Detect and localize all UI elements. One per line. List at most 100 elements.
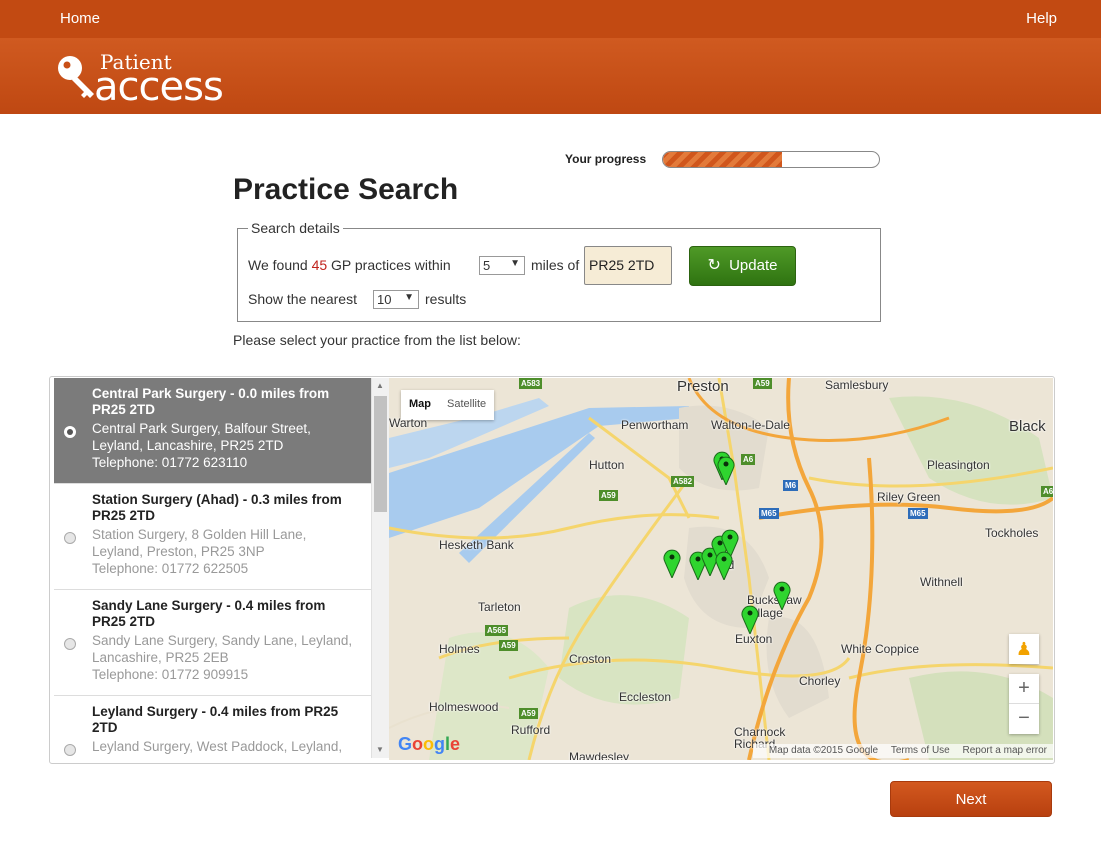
practice-list[interactable]: Central Park Surgery - 0.0 miles from PR… <box>54 378 371 758</box>
road-shield: A59 <box>599 490 618 501</box>
next-button[interactable]: Next <box>890 781 1052 817</box>
practice-telephone: Telephone: 01772 909915 <box>92 667 249 682</box>
street-view-pegman-icon[interactable]: ♟ <box>1009 634 1039 664</box>
road-shield: A565 <box>485 625 509 636</box>
show-suffix: results <box>425 291 467 307</box>
patient-access-logo[interactable]: Patient access <box>56 48 246 110</box>
found-prefix: We found <box>248 257 308 273</box>
practice-radio[interactable] <box>64 638 76 650</box>
show-prefix: Show the nearest <box>248 291 357 307</box>
postcode-input[interactable]: PR25 2TD <box>584 246 672 285</box>
road-shield: M6 <box>783 480 799 491</box>
practice-address-text: Central Park Surgery, Balfour Street, Le… <box>92 421 311 453</box>
place-label: Black <box>1009 418 1046 435</box>
practice-address-text: Sandy Lane Surgery, Sandy Lane, Leyland,… <box>92 633 353 665</box>
miles-select[interactable]: 5 ▼ <box>479 256 525 275</box>
road-shield: A6 <box>741 454 756 465</box>
zoom-in-button[interactable]: + <box>1009 674 1039 704</box>
scroll-thumb[interactable] <box>374 396 387 512</box>
place-label: Withnell <box>920 575 963 589</box>
road-shield: A582 <box>671 476 695 487</box>
practice-name: Central Park Surgery - 0.0 miles from PR… <box>92 386 330 417</box>
place-label: Penwortham <box>621 418 689 432</box>
update-label: Update <box>729 257 778 274</box>
results-panel: Central Park Surgery - 0.0 miles from PR… <box>49 376 1055 764</box>
report-map-error-link[interactable]: Report a map error <box>963 745 1047 756</box>
road-shield: A59 <box>499 640 518 651</box>
home-link[interactable]: Home <box>60 10 100 27</box>
zoom-out-button[interactable]: − <box>1009 704 1039 734</box>
practice-marker[interactable] <box>773 580 791 610</box>
practice-name: Station Surgery (Ahad) - 0.3 miles from … <box>92 492 342 523</box>
practice-address: Leyland Surgery, West Paddock, Leyland, … <box>92 738 357 758</box>
refresh-icon: ↻ <box>707 257 721 274</box>
place-label: Preston <box>677 378 729 395</box>
road-shield: A59 <box>519 708 538 719</box>
practice-address: Sandy Lane Surgery, Sandy Lane, Leyland,… <box>92 632 357 683</box>
progress-bar <box>662 151 880 168</box>
progress-label: Your progress <box>565 152 647 166</box>
place-label: Pleasington <box>927 458 990 472</box>
practice-address: Central Park Surgery, Balfour Street, Le… <box>92 420 357 471</box>
dropdown-arrow-icon: ▼ <box>510 258 520 269</box>
place-label: Croston <box>569 652 612 666</box>
map-type-satellite[interactable]: Satellite <box>439 390 494 420</box>
practice-marker[interactable] <box>715 550 733 580</box>
map-data-credit: Map data ©2015 Google <box>768 745 879 756</box>
practice-item[interactable]: Station Surgery (Ahad) - 0.3 miles from … <box>54 484 371 590</box>
place-label: Tarleton <box>478 600 521 614</box>
miles-value: 5 <box>483 258 491 273</box>
practice-name: Sandy Lane Surgery - 0.4 miles from PR25… <box>92 598 326 629</box>
search-details-legend: Search details <box>248 220 343 236</box>
practice-item[interactable]: Leyland Surgery - 0.4 miles from PR25 2T… <box>54 696 371 758</box>
logo-word-access: access <box>94 64 224 110</box>
place-label: Walton-le-Dale <box>711 418 790 432</box>
place-label: Samlesbury <box>825 378 889 392</box>
help-link[interactable]: Help <box>1026 10 1057 27</box>
practice-radio[interactable] <box>64 744 76 756</box>
search-details-fieldset: Search details We found 45 GP practices … <box>237 220 881 322</box>
list-scrollbar[interactable]: ▲ ▼ <box>371 378 389 758</box>
results-value: 10 <box>377 292 392 307</box>
road-shield: A583 <box>519 378 543 389</box>
google-logo[interactable]: Google <box>398 734 460 755</box>
place-label: Warton <box>389 416 428 430</box>
practice-telephone: Telephone: 01772 623110 <box>92 455 248 470</box>
dropdown-arrow-icon: ▼ <box>404 292 414 303</box>
place-label: Rufford <box>511 723 551 737</box>
road-shield: A6 <box>1041 486 1053 497</box>
scroll-down-icon[interactable]: ▼ <box>376 745 384 754</box>
practice-address-text: Station Surgery, 8 Golden Hill Lane, Ley… <box>92 527 307 559</box>
zoom-control[interactable]: + − <box>1009 674 1039 734</box>
place-label: Holmes <box>439 642 480 656</box>
top-nav-bar: Home Help <box>0 0 1101 38</box>
practice-item[interactable]: Central Park Surgery - 0.0 miles from PR… <box>54 378 371 484</box>
practice-item[interactable]: Sandy Lane Surgery - 0.4 miles from PR25… <box>54 590 371 696</box>
practice-radio[interactable] <box>64 426 76 438</box>
page-title: Practice Search <box>233 173 459 206</box>
scroll-up-icon[interactable]: ▲ <box>376 381 384 390</box>
place-label: Euxton <box>735 632 773 646</box>
place-label: Tockholes <box>985 526 1039 540</box>
update-button[interactable]: ↻ Update <box>689 246 796 286</box>
map-attribution: Map data ©2015 Google Terms of Use Repor… <box>752 744 1053 758</box>
practice-address: Station Surgery, 8 Golden Hill Lane, Ley… <box>92 526 357 577</box>
practice-radio[interactable] <box>64 532 76 544</box>
practice-marker[interactable] <box>663 548 681 578</box>
results-select[interactable]: 10 ▼ <box>373 290 419 309</box>
place-label: Eccleston <box>619 690 672 704</box>
brand-banner: Patient access <box>0 38 1101 114</box>
practice-marker[interactable] <box>717 455 735 485</box>
terms-link[interactable]: Terms of Use <box>891 745 950 756</box>
road-shield: M65 <box>759 508 779 519</box>
road-shield: A59 <box>753 378 772 389</box>
place-label: Hesketh Bank <box>439 538 514 552</box>
place-label: White Coppice <box>841 642 920 656</box>
practice-name: Leyland Surgery - 0.4 miles from PR25 2T… <box>92 704 339 735</box>
place-label: Chorley <box>799 674 841 688</box>
practice-marker[interactable] <box>741 604 759 634</box>
map-view[interactable]: Map Satellite Preston Samlesbury Warton … <box>389 378 1053 760</box>
place-label: Mawdesley <box>569 750 630 760</box>
miles-suffix: miles of <box>531 257 580 273</box>
place-label: Holmeswood <box>429 700 499 714</box>
